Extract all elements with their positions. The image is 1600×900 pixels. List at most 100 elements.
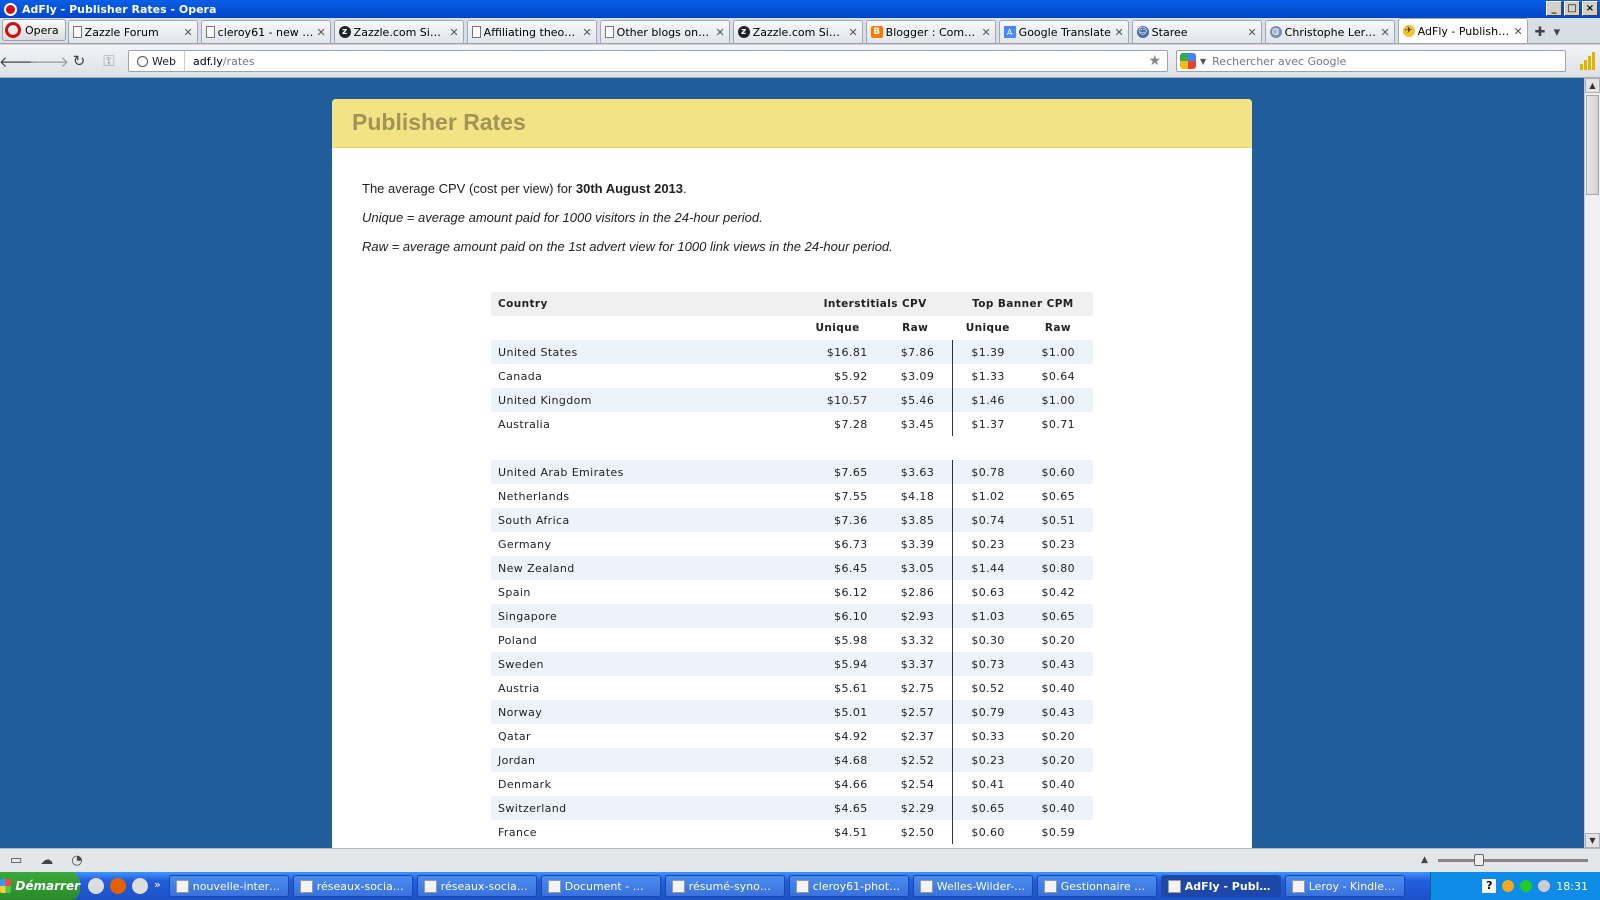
search-field[interactable]: ▼ Rechercher avec Google — [1176, 50, 1566, 72]
start-button[interactable]: Démarrer — [0, 872, 80, 900]
url-text[interactable]: adf.ly/rates — [185, 55, 1148, 68]
taskbar-button[interactable]: AdFly - Publish... — [1160, 875, 1281, 897]
interstitial-unique-cell: $6.73 — [834, 537, 868, 551]
interstitial-unique-cell: $4.66 — [834, 777, 868, 791]
zoom-control[interactable]: ▲ — [1421, 853, 1588, 866]
interstitial-raw-cell: $2.29 — [877, 796, 954, 820]
tab-label: Zazzle Forum — [84, 25, 159, 39]
scroll-down-icon[interactable]: ▼ — [1585, 833, 1600, 848]
taskbar-button[interactable]: cleroy61-photogr... — [788, 875, 909, 897]
opera-menu-button[interactable]: Opera — [2, 19, 66, 41]
table-row: Qatar $4.92 $2.37 $0.33 $0.20 — [491, 724, 1093, 748]
reload-icon[interactable]: ↻ — [68, 50, 90, 72]
cloud-icon[interactable]: ☁ — [40, 853, 53, 868]
taskbar-button[interactable]: nouvelle-interface — [168, 875, 289, 897]
close-tab-icon[interactable]: ✕ — [582, 26, 591, 39]
banner-unique-cell: $1.37 — [971, 417, 1005, 431]
close-tab-icon[interactable]: ✕ — [1247, 26, 1256, 39]
interstitial-unique-cell: $4.65 — [797, 796, 878, 820]
table-row: France $4.51 $2.50 $0.60 $0.59 — [491, 820, 1093, 844]
close-tab-icon[interactable]: ✕ — [981, 26, 990, 39]
close-window-button[interactable]: × — [1582, 1, 1598, 16]
forward-arrow-icon[interactable]: 🡒 — [29, 50, 69, 72]
browser-tab[interactable]: ☺ Staree ✕ — [1131, 20, 1262, 43]
new-tab-icon[interactable]: ✚ — [1535, 25, 1546, 40]
panel-toggle-icon[interactable]: ▭ — [10, 853, 22, 868]
minimize-button[interactable]: _ — [1546, 1, 1562, 16]
close-tab-icon[interactable]: ✕ — [183, 26, 192, 39]
turbo-icon[interactable]: ◔ — [71, 853, 82, 868]
firefox-icon[interactable] — [110, 878, 126, 894]
browser-tab[interactable]: BBlogger : Comme...✕ — [865, 20, 996, 43]
taskbar-button[interactable]: réseaux-sociaux-... — [416, 875, 537, 897]
volume-icon[interactable] — [1538, 880, 1551, 892]
close-tab-icon[interactable]: ✕ — [1114, 26, 1123, 39]
browser-tab[interactable]: Zazzle Forum ✕ — [67, 20, 198, 43]
vertical-scrollbar[interactable]: ▲ ▼ — [1584, 78, 1600, 848]
translate-icon: A — [1003, 26, 1016, 38]
security-tray-icon[interactable] — [1520, 880, 1533, 892]
help-icon[interactable]: ? — [1482, 879, 1497, 893]
browser-tab[interactable]: ◍ Christophe Lero... ✕ — [1264, 20, 1395, 43]
browser-tab[interactable]: Affiliating theory... ✕ — [466, 20, 597, 43]
interstitial-unique-cell: $6.10 — [797, 604, 878, 628]
page-icon — [205, 26, 215, 38]
bookmark-star-icon[interactable]: ★ — [1148, 53, 1167, 69]
speed-bars-icon[interactable] — [1580, 52, 1598, 70]
browser-tab[interactable]: A Google Translate ✕ — [998, 20, 1129, 43]
taskbar-button[interactable]: Leroy - Kindle po... — [1284, 875, 1405, 897]
ie-icon[interactable] — [88, 878, 104, 894]
zoom-slider[interactable] — [1438, 853, 1588, 866]
chrome-icon[interactable] — [132, 878, 148, 894]
banner-unique-cell: $0.79 — [952, 700, 1023, 724]
sub-unique: Unique — [815, 322, 860, 334]
zoom-knob[interactable] — [1474, 853, 1484, 866]
browser-tab[interactable]: ✈ AdFly - Publisher... ✕ — [1397, 18, 1528, 43]
country-cell: South Africa — [491, 508, 798, 532]
window-icon — [671, 879, 685, 893]
zoom-menu-icon[interactable]: ▲ — [1421, 855, 1428, 865]
scroll-up-icon[interactable]: ▲ — [1585, 78, 1600, 93]
opera-tray-icon[interactable] — [1502, 880, 1515, 892]
banner-raw-cell: $0.43 — [1022, 652, 1093, 676]
banner-raw-cell: $0.60 — [1022, 460, 1093, 484]
address-field[interactable]: Web adf.ly/rates ★ — [128, 50, 1168, 72]
close-tab-icon[interactable]: ✕ — [1513, 25, 1522, 38]
taskbar-button[interactable]: résumé-synopsis... — [664, 875, 785, 897]
taskbar-button[interactable]: Document - Wor... — [540, 875, 661, 897]
close-tab-icon[interactable]: ✕ — [316, 26, 325, 39]
interstitial-unique-cell: $6.45 — [797, 556, 878, 580]
browser-tab[interactable]: Other blogs on B... ✕ — [599, 20, 730, 43]
tab-list-icon[interactable]: ▾ — [1554, 25, 1561, 40]
back-arrow-icon[interactable]: 🡐 — [0, 50, 39, 72]
close-tab-icon[interactable]: ✕ — [715, 26, 724, 39]
table-header-row: Country Interstitials CPV Top Banner CPM — [491, 292, 1093, 316]
scroll-thumb[interactable] — [1586, 95, 1599, 195]
window-icon — [175, 879, 189, 893]
close-tab-icon[interactable]: ✕ — [449, 26, 458, 39]
close-tab-icon[interactable]: ✕ — [1380, 26, 1389, 39]
browser-tab[interactable]: cleroy61 - new u... ✕ — [200, 20, 331, 43]
taskbar-button[interactable]: réseaux-sociaux.... — [292, 875, 413, 897]
key-icon[interactable]: ⚿ — [98, 50, 120, 72]
maximize-button[interactable]: □ — [1564, 1, 1580, 16]
search-engine-dropdown-icon[interactable]: ▼ — [1200, 57, 1206, 66]
more-launchers-icon[interactable]: » — [154, 878, 161, 894]
interstitial-unique-cell: $4.51 — [834, 825, 868, 839]
browser-tab[interactable]: zZazzle.com Sign in✕ — [732, 20, 863, 43]
close-tab-icon[interactable]: ✕ — [848, 26, 857, 39]
taskbar-button[interactable]: Welles-Wilder---... — [912, 875, 1033, 897]
country-cell: Spain — [498, 585, 531, 599]
country-cell: Switzerland — [491, 796, 798, 820]
taskbar-button[interactable]: Gestionnaire des ... — [1036, 875, 1157, 897]
browser-tab[interactable]: zZazzle.com Sign in✕ — [333, 20, 464, 43]
country-cell: Singapore — [491, 604, 798, 628]
interstitial-raw-cell: $4.18 — [877, 484, 954, 508]
web-badge[interactable]: Web — [129, 51, 185, 71]
window-icon — [547, 879, 561, 893]
table-row: Denmark $4.66 $2.54 $0.41 $0.40 — [491, 772, 1093, 796]
unique-definition: Unique = average amount paid for 1000 vi… — [362, 210, 763, 225]
interstitial-raw-cell: $2.52 — [877, 748, 954, 772]
banner-unique-cell: $0.65 — [952, 796, 1023, 820]
banner-unique-cell: $0.33 — [971, 729, 1005, 743]
